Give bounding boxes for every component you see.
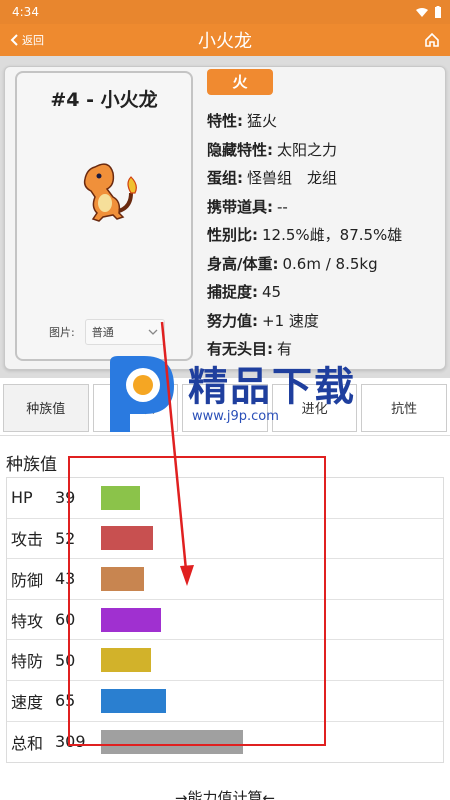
tab-bar: 种族值 招式表 进化 抗性 (0, 380, 450, 436)
stat-bar (101, 526, 153, 551)
stat-value: 65 (55, 691, 76, 711)
info-value: 有 (277, 340, 293, 358)
info-key: 特性: (207, 112, 243, 130)
stat-row: 速度 65 (7, 681, 443, 722)
home-icon[interactable] (424, 32, 440, 48)
tab-2[interactable] (182, 383, 268, 432)
info-row: 性别比: 12.5%雌，87.5%雄 (207, 221, 402, 250)
info-key: 蛋组: (207, 169, 243, 187)
stat-bar (101, 688, 166, 713)
arrow-left-icon: ← (262, 789, 276, 800)
info-value: 45 (262, 283, 282, 301)
info-row: 蛋组: 怪兽组 龙组 (207, 164, 402, 193)
info-row: 努力值: +1 速度 (207, 307, 402, 336)
stat-bar (101, 648, 151, 673)
stat-row: 特防 50 (7, 640, 443, 681)
info-value: 0.6m / 8.5kg (282, 254, 378, 273)
stat-name: 防御 (11, 570, 44, 590)
info-row: 有无头目: 有 (207, 335, 402, 364)
info-value: 怪兽组 龙组 (247, 169, 338, 187)
picture-label: 图片: (49, 326, 75, 339)
info-row: 隐藏特性: 太阳之力 (207, 136, 402, 165)
info-key: 身高/体重: (207, 254, 279, 273)
info-value: 太阳之力 (277, 140, 338, 159)
info-row: 身高/体重: 0.6m / 8.5kg (207, 250, 402, 279)
stat-name: 特防 (11, 652, 44, 672)
stat-row: 防御 43 (7, 559, 443, 600)
status-icons (416, 6, 442, 18)
stat-value: 309 (55, 732, 86, 752)
pokemon-info: 特性: 猛火 隐藏特性: 太阳之力 蛋组: 怪兽组 龙组 携带道具: -- 性别比: 12.5%雌… (207, 107, 402, 364)
status-bar: 4:34 (0, 0, 450, 24)
info-key: 性别比: (207, 226, 258, 244)
stat-value: 43 (55, 569, 76, 589)
stat-row: HP 39 (7, 478, 443, 519)
chevron-left-icon (10, 34, 18, 46)
info-value: +1 速度 (262, 311, 319, 330)
base-stats-table: HP 39 攻击 52 防御 43 特攻 60 特防 50 速度 65 总和 309 (6, 477, 444, 764)
info-value: 猛火 (247, 112, 278, 130)
tab-0[interactable]: 种族值 (3, 383, 89, 432)
stat-name: 攻击 (11, 530, 44, 550)
info-value: -- (277, 197, 288, 216)
stat-value: 50 (55, 650, 76, 670)
pokemon-image-panel: #4 - 小火龙 图片: 普通 (15, 71, 193, 361)
info-value: 12.5%雌，87.5%雄 (262, 226, 403, 244)
status-time: 4:34 (12, 5, 39, 19)
stat-bar (101, 729, 243, 754)
stat-name: 总和 (11, 733, 44, 753)
info-row: 特性: 猛火 (207, 107, 402, 136)
wifi-icon (416, 8, 428, 17)
stat-value: 39 (55, 488, 76, 508)
stat-calculator-link[interactable]: →能力值计算← (0, 787, 450, 800)
info-key: 携带道具: (207, 197, 273, 216)
stat-value: 52 (55, 528, 76, 548)
pokemon-sprite (83, 163, 137, 222)
info-key: 努力值: (207, 311, 258, 330)
stat-value: 60 (55, 610, 76, 630)
pokemon-card: #4 - 小火龙 图片: 普通 火 特性: 猛火 隐藏特性: 太阳之力 蛋组: 怪兽组 龙… (4, 66, 446, 370)
tab-4[interactable]: 抗性 (361, 383, 447, 432)
picture-select[interactable]: 普通 (84, 319, 165, 345)
app-bar: 返回 小火龙 (0, 24, 450, 56)
stat-calculator-label[interactable]: 能力值计算 (187, 789, 262, 800)
stat-name: 速度 (11, 692, 44, 712)
stat-row: 攻击 52 (7, 519, 443, 560)
page-title: 小火龙 (198, 31, 252, 52)
picture-select-value: 普通 (91, 326, 114, 339)
info-row: 捕捉度: 45 (207, 278, 402, 307)
arrow-right-icon: → (174, 789, 188, 800)
back-label: 返回 (22, 34, 44, 47)
info-row: 携带道具: -- (207, 193, 402, 222)
info-key: 隐藏特性: (207, 140, 273, 159)
stat-row: 特攻 60 (7, 600, 443, 641)
pokemon-card-area: #4 - 小火龙 图片: 普通 火 特性: 猛火 隐藏特性: 太阳之力 蛋组: 怪兽组 龙… (0, 56, 450, 378)
tab-3[interactable]: 进化 (271, 383, 358, 432)
stat-bar (101, 607, 161, 632)
stats-section-label: 种族值 (6, 455, 57, 475)
info-key: 捕捉度: (207, 283, 258, 301)
pokemon-heading: #4 - 小火龙 (50, 89, 158, 111)
info-key: 有无头目: (207, 340, 273, 358)
type-badge: 火 (207, 69, 273, 95)
tab-1[interactable]: 招式表 (92, 383, 179, 432)
stat-bar (101, 566, 144, 591)
stat-row: 总和 309 (7, 722, 443, 763)
stat-bar (101, 485, 140, 510)
stat-name: HP (11, 488, 33, 508)
chevron-down-icon (148, 329, 158, 335)
back-button[interactable]: 返回 (10, 24, 44, 56)
stat-name: 特攻 (11, 611, 44, 631)
picture-selector-row: 图片: 普通 (49, 319, 165, 345)
battery-icon (435, 6, 441, 18)
